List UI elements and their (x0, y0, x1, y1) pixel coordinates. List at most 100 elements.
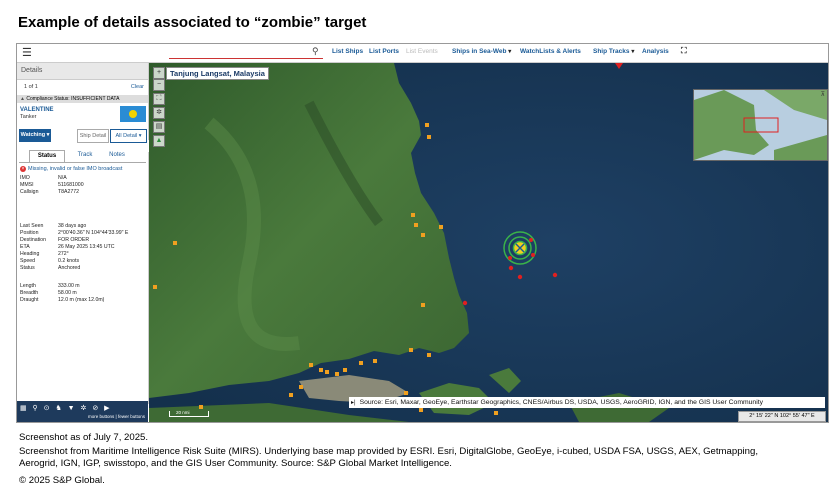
vessel-type: Tanker (20, 114, 37, 120)
more-fewer-buttons[interactable]: more buttons | fewer buttons (88, 414, 145, 419)
field-key: Last Seen (20, 223, 44, 229)
scale-label: 20 nmi (176, 410, 190, 415)
field-value: 0.2 knots (58, 258, 80, 264)
field-key: Draught (20, 297, 39, 303)
overview-map[interactable]: ⊼ (693, 89, 828, 161)
map-view[interactable]: Tanjung Langsat, Malaysia + − ⛶ ✲ ▤ ▲ ⊼ … (149, 63, 828, 422)
clear-link[interactable]: Clear (131, 84, 144, 90)
nav-list-events[interactable]: List Events (406, 48, 438, 55)
field-key: Destination (20, 237, 46, 243)
field-value: FOR ORDER (58, 237, 90, 243)
all-detail-button[interactable]: All Detail ▾ (110, 129, 147, 143)
details-header: Details (17, 63, 148, 80)
field-row: ETA 26 May 2025 13:45 UTC (20, 244, 115, 250)
collapse-overview-icon[interactable]: ⊼ (821, 91, 825, 98)
nav-watchlists-alerts[interactable]: WatchLists & Alerts (520, 48, 581, 55)
field-row: Length 333.00 m (20, 283, 80, 289)
field-value: 12.0 m (max 12.0m) (58, 297, 105, 303)
caret-down-icon: ▾ (508, 49, 512, 55)
cursor-coordinates: 2° 15' 22" N 102° 55' 47" E (738, 411, 826, 422)
field-key: Length (20, 283, 36, 289)
watching-button[interactable]: Watching ▾ (19, 129, 51, 142)
field-value: 58.00 m (58, 290, 77, 296)
details-title: Details (21, 67, 43, 74)
app-window: ☰ ⚲ List Ships List Ports List Events Sh… (16, 43, 829, 423)
tab-divider (19, 162, 146, 163)
top-toolbar: ☰ ⚲ List Ships List Ports List Events Sh… (17, 44, 828, 63)
nav-ship-tracks[interactable]: Ship Tracks ▾ (593, 48, 634, 55)
zombie-target-marker[interactable] (503, 231, 537, 265)
nav-list-ports[interactable]: List Ports (369, 48, 399, 55)
caption-date: Screenshot as of July 7, 2025. (19, 432, 149, 443)
nav-ships-in-sea-web[interactable]: Ships in Sea-Web ▾ (452, 48, 511, 55)
vessel-name[interactable]: VALENTINE (20, 107, 54, 113)
field-key: Speed (20, 258, 36, 264)
compliance-status: ▲ Compliance Status: INSUFFICIENT DATA (17, 95, 148, 103)
error-icon: × (20, 166, 26, 172)
overview-map-image (694, 90, 827, 160)
field-key: Callsign (20, 189, 39, 195)
extent-icon[interactable]: ⛶ (153, 93, 165, 105)
field-row: Status Anchored (20, 265, 80, 271)
flag-disc (129, 110, 137, 118)
field-value: 2°00'40.36" N 104°44'33.99" E (58, 230, 129, 236)
zoom-in-button[interactable]: + (153, 67, 165, 79)
gear-icon[interactable]: ✲ (153, 107, 165, 119)
field-key: Breadth (20, 290, 39, 296)
caption-copyright: © 2025 S&P Global. (19, 475, 105, 486)
search-icon[interactable]: ⚲ (312, 46, 319, 57)
fullscreen-icon[interactable]: ⛶ (681, 46, 687, 56)
warning-text: Missing, invalid or false IMO broadcast (28, 166, 123, 172)
nav-list-ships[interactable]: List Ships (332, 48, 363, 55)
field-value: 26 May 2025 13:45 UTC (58, 244, 115, 250)
field-row: Draught 12.0 m (max 12.0m) (20, 297, 104, 303)
attribution-text: Source: Esri, Maxar, GeoEye, Earthstar G… (359, 399, 764, 406)
attribution-toggle-icon[interactable]: ▸| (351, 400, 356, 406)
caret-down-icon: ▾ (631, 49, 635, 55)
caption-source: Screenshot from Maritime Intelligence Ri… (19, 446, 759, 469)
field-key: Status (20, 265, 35, 271)
field-row: Destination FOR ORDER (20, 237, 89, 243)
field-row: Speed 0.2 knots (20, 258, 79, 264)
bottom-button-bar: ▦ ⚲ ⊙ ♞ ▼ ✲ ⊘ ▶ more buttons | fewer but… (17, 401, 148, 422)
field-row: Last Seen 38 days ago (20, 223, 86, 229)
search-input[interactable] (169, 47, 323, 59)
field-key: Position (20, 230, 39, 236)
field-value: T8A2772 (58, 189, 80, 195)
nav-analysis[interactable]: Analysis (642, 48, 669, 55)
field-value: N/A (58, 175, 67, 181)
north-arrow-icon[interactable]: ▲ (153, 135, 165, 147)
field-row: Position 2°00'40.36" N 104°44'33.99" E (20, 230, 128, 236)
field-key: MMSI (20, 182, 34, 188)
field-row: Callsign T8A2772 (20, 189, 79, 195)
layers-icon[interactable]: ▤ (153, 121, 165, 133)
palau-flag-icon (120, 106, 146, 122)
result-count: 1 of 1 (24, 84, 38, 90)
details-panel: Details 1 of 1 Clear ▲ Compliance Status… (17, 63, 149, 422)
field-value: 333.00 m (58, 283, 80, 289)
field-row: MMSI 511681000 (20, 182, 84, 188)
field-value: 38 days ago (58, 223, 87, 229)
ship-detail-button[interactable]: Ship Detail (77, 129, 109, 143)
attribution-bar: ▸| Source: Esri, Maxar, GeoEye, Earthstar… (349, 397, 825, 408)
field-row: IMO N/A (20, 175, 67, 181)
compliance-text: Compliance Status: INSUFFICIENT DATA (26, 96, 120, 102)
scale-bar: 20 nmi (169, 410, 209, 417)
warning-icon: ▲ (20, 96, 25, 102)
field-value: 272° (58, 251, 69, 257)
zoom-out-button[interactable]: − (153, 79, 165, 91)
nav-label: Ship Tracks (593, 48, 630, 55)
imo-warning: × Missing, invalid or false IMO broadcast (20, 166, 122, 172)
field-value: 511681000 (58, 182, 84, 188)
field-key: IMO (20, 175, 30, 181)
tab-notes[interactable]: Notes (104, 150, 130, 161)
tab-track[interactable]: Track (72, 150, 98, 161)
field-row: Heading 272° (20, 251, 69, 257)
location-label: Tanjung Langsat, Malaysia (166, 67, 269, 80)
field-value: Anchored (58, 265, 81, 271)
hamburger-icon[interactable]: ☰ (22, 46, 32, 59)
field-key: Heading (20, 251, 40, 257)
slide-title: Example of details associated to “zombie… (18, 14, 367, 31)
field-row: Breadth 58.00 m (20, 290, 77, 296)
toolbar-icons[interactable]: ▦ ⚲ ⊙ ♞ ▼ ✲ ⊘ ▶ (20, 404, 112, 412)
